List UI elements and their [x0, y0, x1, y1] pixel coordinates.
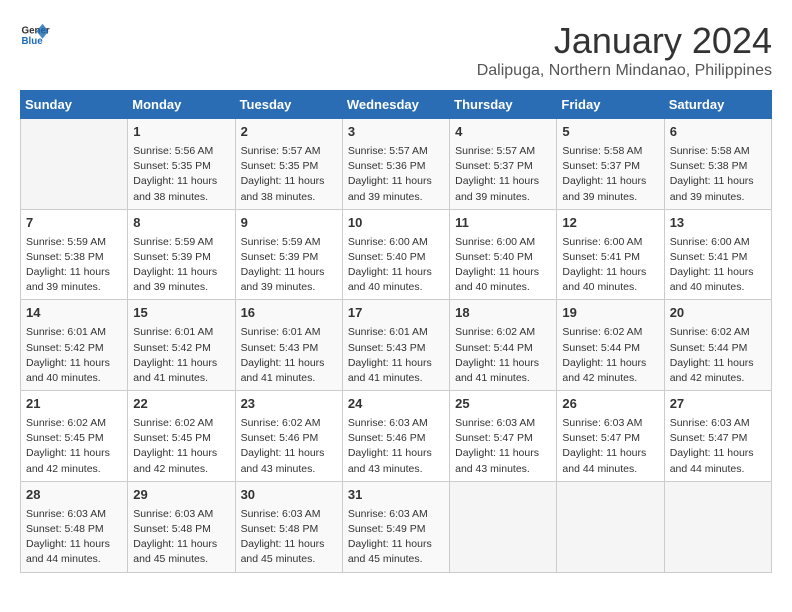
day-number: 18 — [455, 304, 551, 323]
day-number: 9 — [241, 214, 337, 233]
day-number: 15 — [133, 304, 229, 323]
day-number: 11 — [455, 214, 551, 233]
calendar-day-cell: 26Sunrise: 6:03 AMSunset: 5:47 PMDayligh… — [557, 391, 664, 482]
calendar-day-cell: 22Sunrise: 6:02 AMSunset: 5:45 PMDayligh… — [128, 391, 235, 482]
calendar-day-cell — [21, 119, 128, 210]
day-number: 8 — [133, 214, 229, 233]
calendar-week-row: 14Sunrise: 6:01 AMSunset: 5:42 PMDayligh… — [21, 300, 772, 391]
day-number: 27 — [670, 395, 766, 414]
calendar-day-cell — [557, 481, 664, 572]
calendar-day-cell: 16Sunrise: 6:01 AMSunset: 5:43 PMDayligh… — [235, 300, 342, 391]
logo-icon: General Blue — [20, 20, 50, 50]
day-number: 3 — [348, 123, 444, 142]
calendar-table: SundayMondayTuesdayWednesdayThursdayFrid… — [20, 90, 772, 573]
calendar-header-cell: Monday — [128, 91, 235, 119]
day-number: 23 — [241, 395, 337, 414]
calendar-day-cell: 10Sunrise: 6:00 AMSunset: 5:40 PMDayligh… — [342, 209, 449, 300]
logo: General Blue — [20, 20, 50, 50]
day-number: 22 — [133, 395, 229, 414]
calendar-day-cell: 21Sunrise: 6:02 AMSunset: 5:45 PMDayligh… — [21, 391, 128, 482]
calendar-day-cell: 6Sunrise: 5:58 AMSunset: 5:38 PMDaylight… — [664, 119, 771, 210]
day-number: 14 — [26, 304, 122, 323]
calendar-day-cell: 13Sunrise: 6:00 AMSunset: 5:41 PMDayligh… — [664, 209, 771, 300]
calendar-day-cell: 3Sunrise: 5:57 AMSunset: 5:36 PMDaylight… — [342, 119, 449, 210]
calendar-header-cell: Wednesday — [342, 91, 449, 119]
calendar-day-cell: 29Sunrise: 6:03 AMSunset: 5:48 PMDayligh… — [128, 481, 235, 572]
calendar-day-cell: 15Sunrise: 6:01 AMSunset: 5:42 PMDayligh… — [128, 300, 235, 391]
calendar-day-cell: 5Sunrise: 5:58 AMSunset: 5:37 PMDaylight… — [557, 119, 664, 210]
page-title: January 2024 — [477, 20, 772, 62]
day-number: 25 — [455, 395, 551, 414]
calendar-day-cell: 12Sunrise: 6:00 AMSunset: 5:41 PMDayligh… — [557, 209, 664, 300]
calendar-day-cell: 4Sunrise: 5:57 AMSunset: 5:37 PMDaylight… — [450, 119, 557, 210]
calendar-header-row: SundayMondayTuesdayWednesdayThursdayFrid… — [21, 91, 772, 119]
calendar-day-cell: 24Sunrise: 6:03 AMSunset: 5:46 PMDayligh… — [342, 391, 449, 482]
calendar-body: 1Sunrise: 5:56 AMSunset: 5:35 PMDaylight… — [21, 119, 772, 573]
calendar-day-cell: 9Sunrise: 5:59 AMSunset: 5:39 PMDaylight… — [235, 209, 342, 300]
calendar-day-cell: 18Sunrise: 6:02 AMSunset: 5:44 PMDayligh… — [450, 300, 557, 391]
calendar-day-cell: 14Sunrise: 6:01 AMSunset: 5:42 PMDayligh… — [21, 300, 128, 391]
calendar-day-cell: 25Sunrise: 6:03 AMSunset: 5:47 PMDayligh… — [450, 391, 557, 482]
title-section: January 2024 Dalipuga, Northern Mindanao… — [477, 20, 772, 80]
day-number: 31 — [348, 486, 444, 505]
day-number: 17 — [348, 304, 444, 323]
calendar-day-cell: 23Sunrise: 6:02 AMSunset: 5:46 PMDayligh… — [235, 391, 342, 482]
calendar-header-cell: Thursday — [450, 91, 557, 119]
calendar-week-row: 1Sunrise: 5:56 AMSunset: 5:35 PMDaylight… — [21, 119, 772, 210]
day-number: 12 — [562, 214, 658, 233]
calendar-day-cell: 31Sunrise: 6:03 AMSunset: 5:49 PMDayligh… — [342, 481, 449, 572]
calendar-day-cell — [664, 481, 771, 572]
day-number: 6 — [670, 123, 766, 142]
day-number: 16 — [241, 304, 337, 323]
calendar-day-cell: 27Sunrise: 6:03 AMSunset: 5:47 PMDayligh… — [664, 391, 771, 482]
day-number: 28 — [26, 486, 122, 505]
day-number: 20 — [670, 304, 766, 323]
calendar-day-cell: 19Sunrise: 6:02 AMSunset: 5:44 PMDayligh… — [557, 300, 664, 391]
calendar-header-cell: Sunday — [21, 91, 128, 119]
calendar-header-cell: Friday — [557, 91, 664, 119]
day-number: 13 — [670, 214, 766, 233]
calendar-day-cell: 30Sunrise: 6:03 AMSunset: 5:48 PMDayligh… — [235, 481, 342, 572]
day-number: 2 — [241, 123, 337, 142]
calendar-day-cell: 8Sunrise: 5:59 AMSunset: 5:39 PMDaylight… — [128, 209, 235, 300]
calendar-week-row: 28Sunrise: 6:03 AMSunset: 5:48 PMDayligh… — [21, 481, 772, 572]
day-number: 30 — [241, 486, 337, 505]
page-header: General Blue January 2024 Dalipuga, Nort… — [20, 20, 772, 80]
day-number: 26 — [562, 395, 658, 414]
day-number: 5 — [562, 123, 658, 142]
calendar-day-cell — [450, 481, 557, 572]
calendar-day-cell: 11Sunrise: 6:00 AMSunset: 5:40 PMDayligh… — [450, 209, 557, 300]
svg-text:Blue: Blue — [22, 36, 44, 47]
calendar-day-cell: 1Sunrise: 5:56 AMSunset: 5:35 PMDaylight… — [128, 119, 235, 210]
calendar-day-cell: 28Sunrise: 6:03 AMSunset: 5:48 PMDayligh… — [21, 481, 128, 572]
calendar-day-cell: 2Sunrise: 5:57 AMSunset: 5:35 PMDaylight… — [235, 119, 342, 210]
day-number: 7 — [26, 214, 122, 233]
calendar-header-cell: Tuesday — [235, 91, 342, 119]
calendar-day-cell: 20Sunrise: 6:02 AMSunset: 5:44 PMDayligh… — [664, 300, 771, 391]
day-number: 19 — [562, 304, 658, 323]
calendar-day-cell: 7Sunrise: 5:59 AMSunset: 5:38 PMDaylight… — [21, 209, 128, 300]
calendar-header-cell: Saturday — [664, 91, 771, 119]
calendar-week-row: 21Sunrise: 6:02 AMSunset: 5:45 PMDayligh… — [21, 391, 772, 482]
day-number: 1 — [133, 123, 229, 142]
page-subtitle: Dalipuga, Northern Mindanao, Philippines — [477, 62, 772, 80]
calendar-day-cell: 17Sunrise: 6:01 AMSunset: 5:43 PMDayligh… — [342, 300, 449, 391]
day-number: 24 — [348, 395, 444, 414]
day-number: 21 — [26, 395, 122, 414]
day-number: 29 — [133, 486, 229, 505]
day-number: 4 — [455, 123, 551, 142]
calendar-week-row: 7Sunrise: 5:59 AMSunset: 5:38 PMDaylight… — [21, 209, 772, 300]
day-number: 10 — [348, 214, 444, 233]
